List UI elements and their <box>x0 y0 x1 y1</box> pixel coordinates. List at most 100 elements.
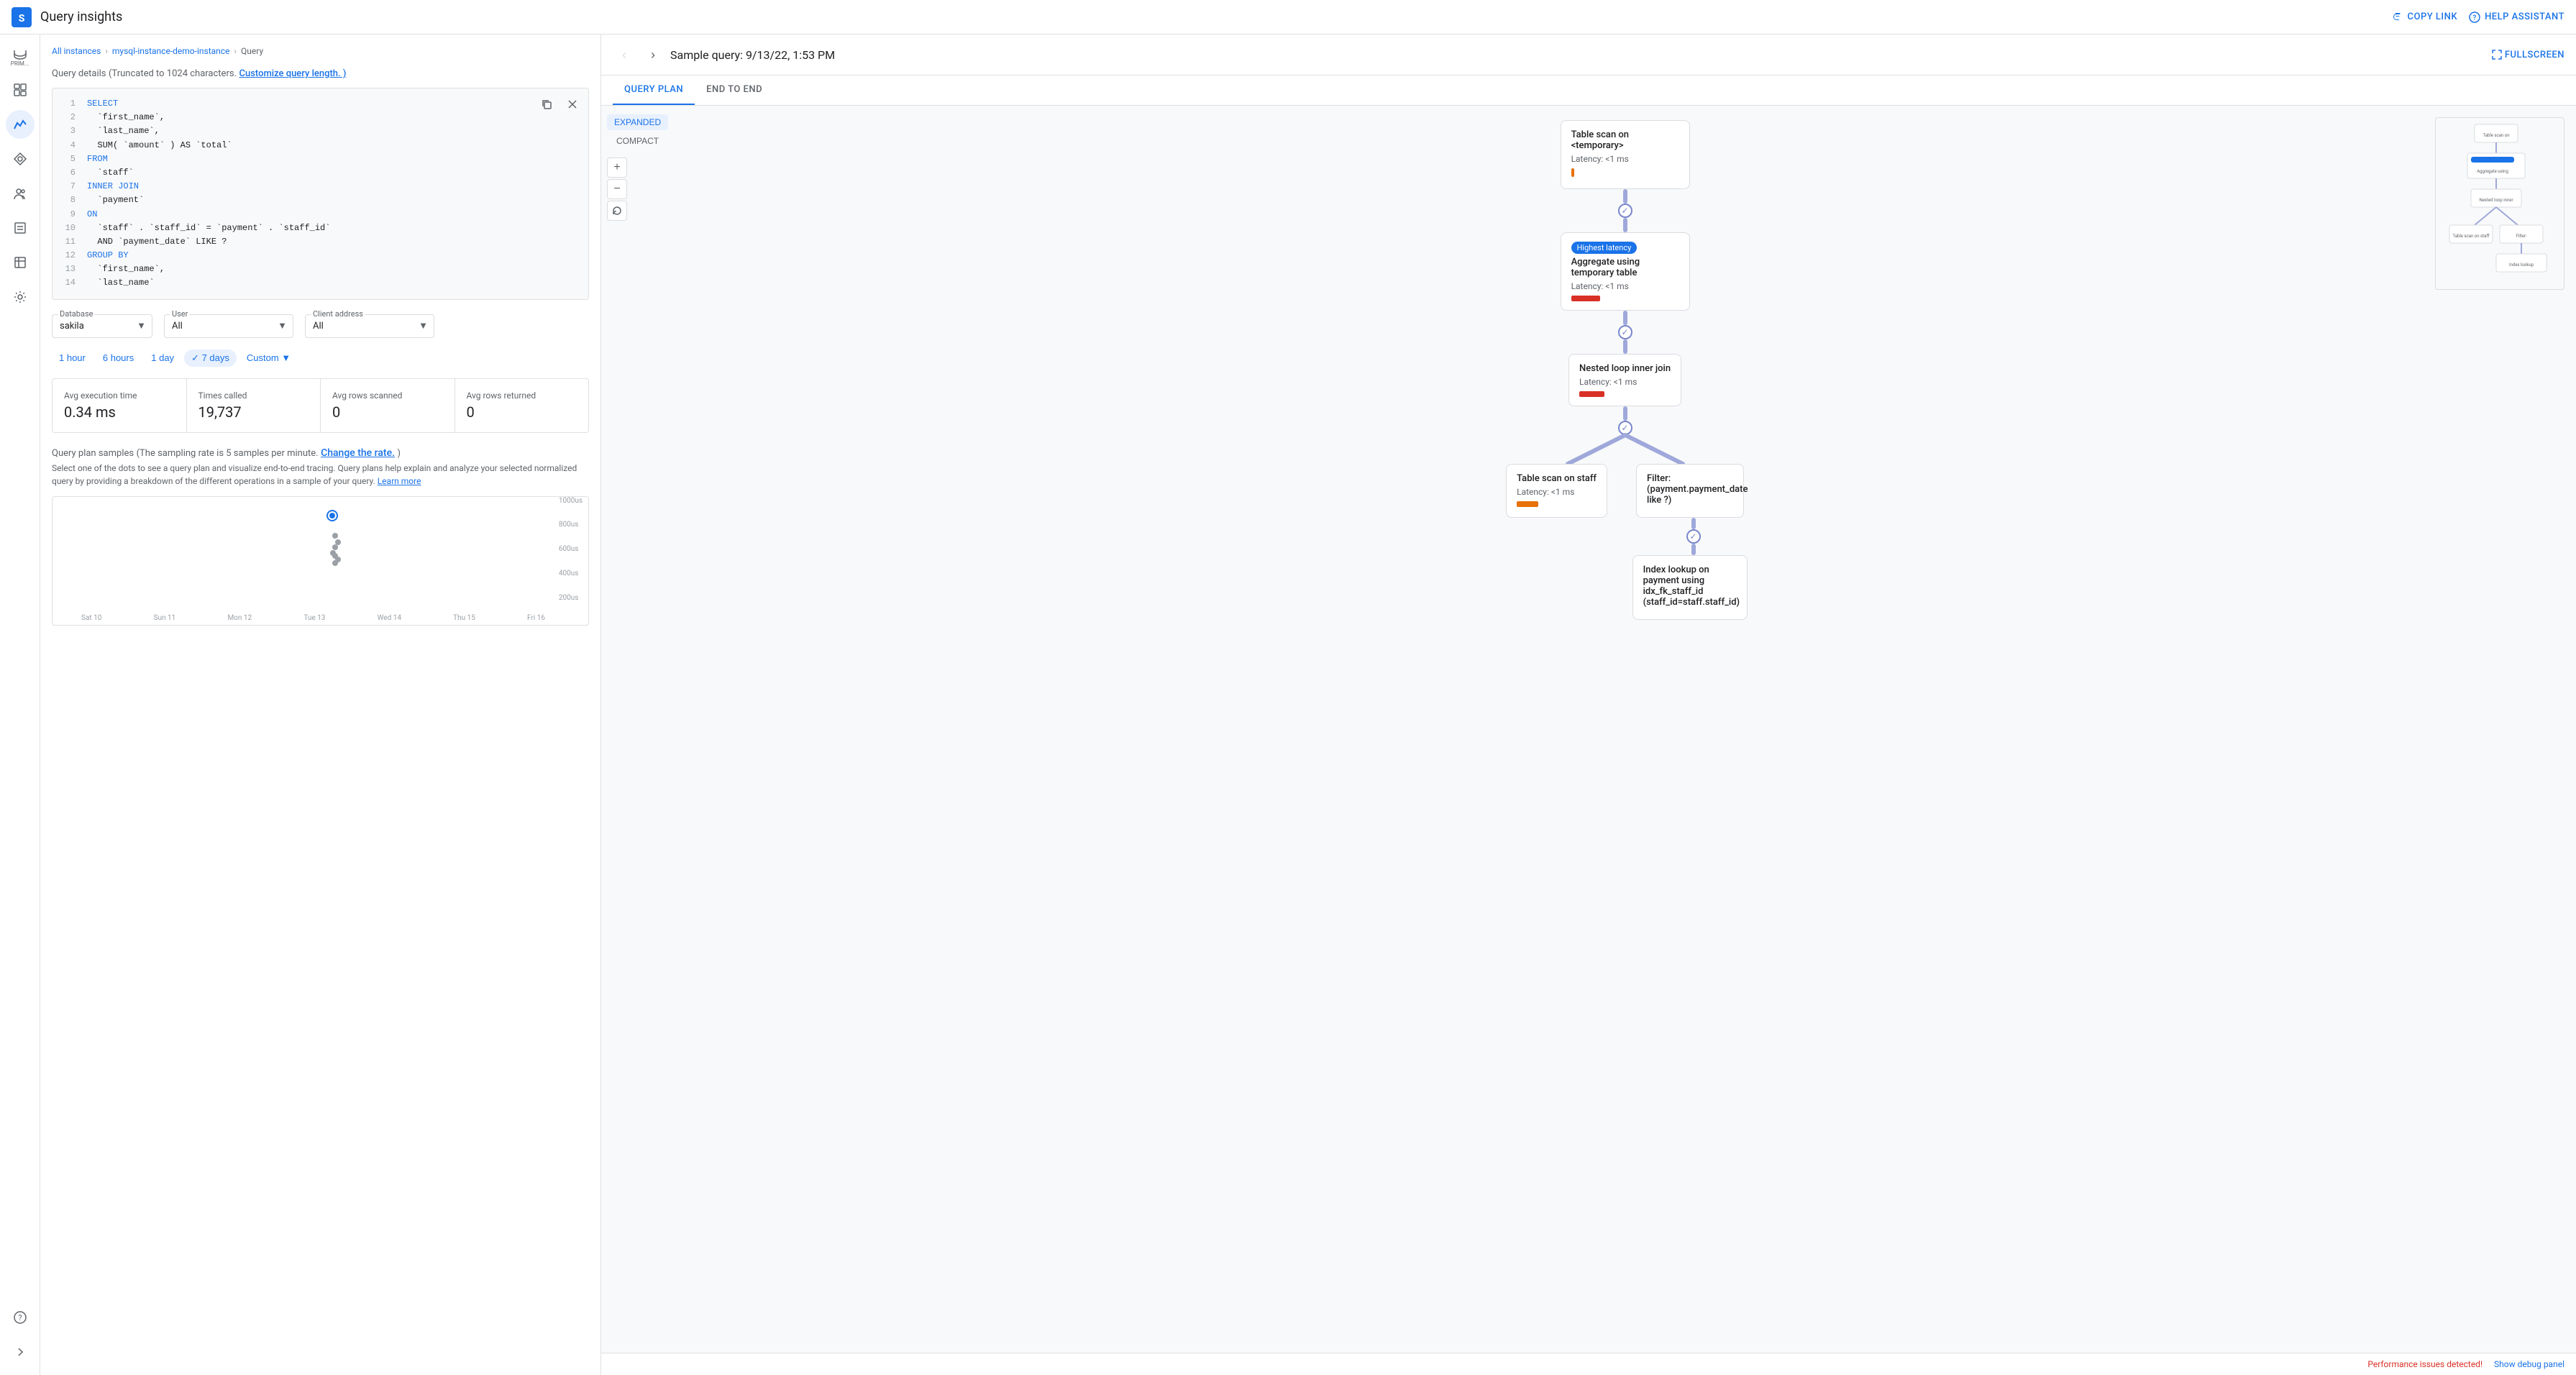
sample-title: Sample query: 9/13/22, 1:53 PM <box>670 48 2486 62</box>
gear-icon <box>13 290 27 304</box>
right-tabs: QUERY PLAN END TO END <box>601 76 2576 106</box>
query-plan-area: EXPANDED COMPACT + − <box>601 106 2576 1353</box>
time-1hour-button[interactable]: 1 hour <box>52 350 93 366</box>
show-debug-panel-button[interactable]: Show debug panel <box>2494 1359 2564 1369</box>
tab-query-plan[interactable]: QUERY PLAN <box>613 76 695 105</box>
bottom-bar: Performance issues detected! Show debug … <box>601 1353 2576 1375</box>
sidebar-expand-button[interactable] <box>6 1338 35 1366</box>
stat-avg-rows-scanned: Avg rows scanned 0 <box>321 379 455 432</box>
branch-connector: ✓ <box>1510 406 1740 464</box>
plan-flow: Table scan on <temporary> Latency: <1 ms… <box>688 120 2562 620</box>
time-7days-button[interactable]: 7 days <box>184 350 237 367</box>
prev-sample-button[interactable]: ‹ <box>613 43 636 66</box>
sidebar-item-logs[interactable] <box>6 214 35 242</box>
sidebar-item-support[interactable]: ? <box>6 1303 35 1332</box>
node-latency-4: Latency: <1 ms <box>1517 487 1597 497</box>
query-plan-samples-desc: Select one of the dots to see a query pl… <box>52 462 589 488</box>
learn-more-link[interactable]: Learn more <box>378 476 421 486</box>
plan-node-table-scan-staff[interactable]: Table scan on staff Latency: <1 ms <box>1506 464 1607 518</box>
chart-dot-1[interactable] <box>332 533 338 539</box>
connector-bar-1 <box>1623 189 1627 204</box>
change-rate-link[interactable]: Change the rate. <box>321 447 395 459</box>
node-bar-4 <box>1517 501 1538 507</box>
time-1day-button[interactable]: 1 day <box>144 350 181 366</box>
help-assistant-button[interactable]: ? HELP ASSISTANT <box>2469 12 2564 23</box>
fullscreen-button[interactable]: FULLSCREEN <box>2492 50 2564 60</box>
routing-icon <box>13 152 27 166</box>
copy-code-button[interactable] <box>536 94 557 114</box>
stat-avg-rows-scanned-value: 0 <box>332 403 443 421</box>
code-line-7: 7INNER JOIN <box>61 180 580 193</box>
next-sample-button[interactable]: › <box>641 43 664 66</box>
svg-text:Index lookup: Index lookup <box>2509 262 2534 268</box>
plan-node-aggregate[interactable]: Highest latency Aggregate using temporar… <box>1561 232 1690 311</box>
database-filter: Database sakila ▼ <box>52 314 152 338</box>
chart-x-wed14: Wed 14 <box>378 614 401 622</box>
plan-node-nested-loop[interactable]: Nested loop inner join Latency: <1 ms <box>1568 354 1681 406</box>
chart-x-fri16: Fri 16 <box>527 614 545 622</box>
right-panel: ‹ › Sample query: 9/13/22, 1:53 PM FULLS… <box>601 35 2576 1375</box>
stats-row: Avg execution time 0.34 ms Times called … <box>52 378 589 433</box>
compact-view-button[interactable]: COMPACT <box>607 133 668 149</box>
sidebar-item-dashboard[interactable] <box>6 76 35 104</box>
time-custom-button[interactable]: Custom ▼ <box>239 350 298 366</box>
close-code-button[interactable] <box>562 94 583 114</box>
index-lookup-row: Index lookup on payment using idx_fk_sta… <box>1503 555 1748 620</box>
node-bar-2 <box>1571 296 1600 301</box>
logs-icon <box>13 221 27 235</box>
chart-y-400: 400us <box>559 570 583 577</box>
connector-bar-2 <box>1623 311 1627 325</box>
chart-dot-selected[interactable] <box>328 511 337 520</box>
plan-node-filter[interactable]: Filter: (payment.payment_date like ?) <box>1636 464 1744 518</box>
chart-dot-3[interactable] <box>332 544 338 550</box>
sidebar-item-prim[interactable]: PRIM... <box>6 43 35 70</box>
node-latency-3: Latency: <1 ms <box>1579 377 1671 387</box>
operations-icon <box>13 255 27 270</box>
zoom-reset-button[interactable] <box>607 201 627 221</box>
node-title-3: Nested loop inner join <box>1579 363 1671 374</box>
stat-avg-rows-returned-value: 0 <box>467 403 577 421</box>
breadcrumb-all-instances[interactable]: All instances <box>52 46 101 56</box>
connector-bar-1b <box>1623 218 1627 232</box>
time-6hours-button[interactable]: 6 hours <box>96 350 141 366</box>
check-circle-4: ✓ <box>1686 529 1701 544</box>
database-select[interactable]: Database sakila ▼ <box>52 314 152 338</box>
sidebar-item-settings[interactable] <box>6 283 35 311</box>
stat-avg-rows-returned-label: Avg rows returned <box>467 390 577 401</box>
chart-dot-7[interactable] <box>332 560 338 566</box>
performance-issues-text: Performance issues detected! <box>2367 1359 2483 1369</box>
client-address-value: All <box>313 321 324 332</box>
connector-bar-4 <box>1691 518 1696 529</box>
database-arrow: ▼ <box>137 320 146 332</box>
code-line-13: 13 `first_name`, <box>61 262 580 276</box>
query-plan-samples-section: Query plan samples (The sampling rate is… <box>52 447 589 626</box>
client-address-select[interactable]: Client address All ▼ <box>305 314 434 338</box>
query-plan-samples-header: Query plan samples (The sampling rate is… <box>52 447 589 459</box>
code-line-2: 2 `first_name`, <box>61 111 580 124</box>
zoom-out-button[interactable]: − <box>607 179 627 199</box>
plan-node-table-scan-temp[interactable]: Table scan on <temporary> Latency: <1 ms <box>1561 120 1690 189</box>
sidebar-item-operations[interactable] <box>6 248 35 277</box>
sidebar-item-charts[interactable] <box>6 110 35 139</box>
copy-link-button[interactable]: COPY LINK <box>2392 12 2458 23</box>
user-filter: User All ▼ <box>164 314 293 338</box>
topbar-logo: S <box>12 7 32 27</box>
breadcrumb-instance[interactable]: mysql-instance-demo-instance <box>112 46 230 56</box>
right-panel-header: ‹ › Sample query: 9/13/22, 1:53 PM FULLS… <box>601 35 2576 76</box>
sidebar-item-routing[interactable] <box>6 145 35 173</box>
check-circle-2: ✓ <box>1618 325 1632 339</box>
plan-node-index-lookup[interactable]: Index lookup on payment using idx_fk_sta… <box>1632 555 1748 620</box>
sidebar-item-users[interactable] <box>6 179 35 208</box>
chart-y-200: 200us <box>559 594 583 602</box>
code-line-8: 8 `payment` <box>61 193 580 207</box>
database-value: sakila <box>60 321 84 332</box>
tab-end-to-end[interactable]: END TO END <box>695 76 774 105</box>
code-line-5: 5FROM <box>61 152 580 166</box>
chart-y-labels: 1000us 800us 600us 400us 200us <box>559 497 583 602</box>
user-select[interactable]: User All ▼ <box>164 314 293 338</box>
zoom-in-button[interactable]: + <box>607 157 627 178</box>
customize-query-length-link[interactable]: Customize query length. ) <box>239 68 346 79</box>
expanded-view-button[interactable]: EXPANDED <box>607 114 668 130</box>
svg-text:Nested loop inner: Nested loop inner <box>2479 198 2513 203</box>
left-panel: All instances › mysql-instance-demo-inst… <box>40 35 601 1375</box>
